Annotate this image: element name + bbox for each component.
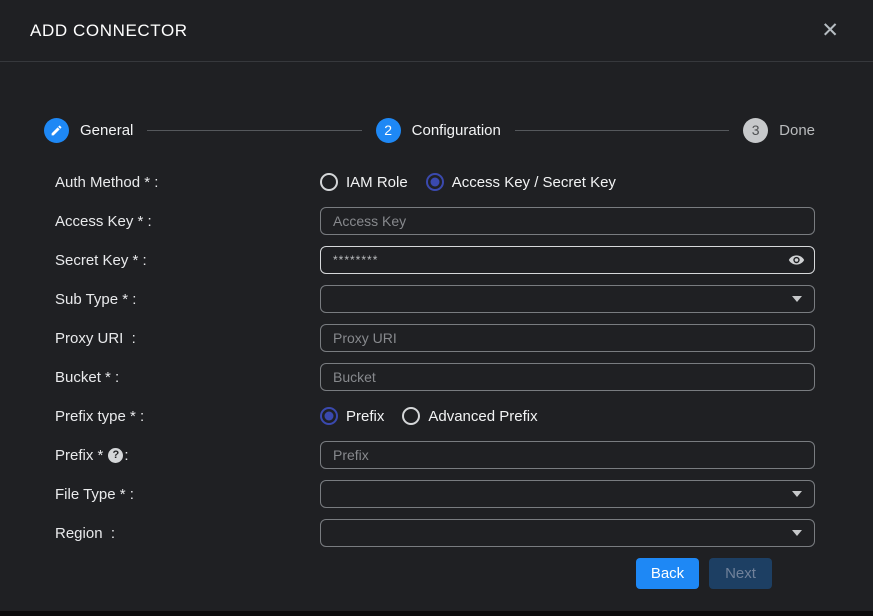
bucket-label: Bucket * : [55,369,320,386]
step-done: 3 Done [743,118,815,143]
pencil-icon [44,118,69,143]
prefix-label: Prefix * ? : [55,447,320,464]
region-select[interactable] [320,519,815,547]
proxy-uri-input[interactable] [320,324,815,352]
sub-type-row: Sub Type * : [55,285,815,313]
file-type-row: File Type * : [55,480,815,508]
proxy-uri-row: Proxy URI : [55,324,815,352]
prefix-input[interactable] [320,441,815,469]
dialog-title: ADD CONNECTOR [30,21,188,41]
configuration-form: Auth Method * : IAM Role Access Key / Se… [55,168,815,547]
secret-key-row: Secret Key * : [55,246,815,274]
prefix-type-label: Prefix type * : [55,408,320,425]
prefix-type-radio-group: Prefix Advanced Prefix [320,407,815,425]
proxy-uri-label: Proxy URI : [55,330,320,347]
access-key-label: Access Key * : [55,213,320,230]
file-type-label: File Type * : [55,486,320,503]
access-key-row: Access Key * : [55,207,815,235]
region-row: Region : [55,519,815,547]
step-configuration-label: Configuration [412,122,501,139]
bucket-row: Bucket * : [55,363,815,391]
chevron-down-icon [792,491,802,497]
radio-prefix[interactable]: Prefix [320,407,384,425]
file-type-select[interactable] [320,480,815,508]
secret-key-label: Secret Key * : [55,252,320,269]
chevron-down-icon [792,530,802,536]
close-icon[interactable]: ✕ [817,18,843,43]
step-configuration[interactable]: 2 Configuration [376,118,501,143]
dialog-footer: Back Next [55,558,815,589]
sub-type-label: Sub Type * : [55,291,320,308]
radio-icon [402,407,420,425]
eye-icon[interactable] [788,252,805,269]
radio-selected-icon [426,173,444,191]
radio-icon [320,173,338,191]
auth-method-radio-group: IAM Role Access Key / Secret Key [320,173,815,191]
back-button[interactable]: Back [636,558,699,589]
auth-method-label: Auth Method * : [55,174,320,191]
add-connector-dialog: ADD CONNECTOR ✕ General 2 Configuration … [0,0,873,611]
region-label: Region : [55,525,320,542]
step-general-label: General [80,122,133,139]
dialog-header: ADD CONNECTOR ✕ [0,0,873,62]
step-general[interactable]: General [44,118,133,143]
dialog-content: General 2 Configuration 3 Done Auth Meth… [0,62,873,611]
radio-advanced-prefix[interactable]: Advanced Prefix [402,407,537,425]
prefix-type-row: Prefix type * : Prefix Advanced Prefix [55,402,815,430]
secret-key-input[interactable] [320,246,815,274]
radio-access-key-secret-key[interactable]: Access Key / Secret Key [426,173,616,191]
next-button[interactable]: Next [709,558,772,589]
step-2-badge: 2 [376,118,401,143]
window-bottom-edge [0,611,873,616]
chevron-down-icon [792,296,802,302]
help-icon[interactable]: ? [108,448,123,463]
radio-selected-icon [320,407,338,425]
step-3-badge: 3 [743,118,768,143]
step-done-label: Done [779,122,815,139]
access-key-input[interactable] [320,207,815,235]
sub-type-select[interactable] [320,285,815,313]
prefix-row: Prefix * ? : [55,441,815,469]
wizard-stepper: General 2 Configuration 3 Done [44,116,815,144]
stepper-divider [147,130,361,131]
bucket-input[interactable] [320,363,815,391]
auth-method-row: Auth Method * : IAM Role Access Key / Se… [55,168,815,196]
stepper-divider [515,130,729,131]
radio-iam-role[interactable]: IAM Role [320,173,408,191]
